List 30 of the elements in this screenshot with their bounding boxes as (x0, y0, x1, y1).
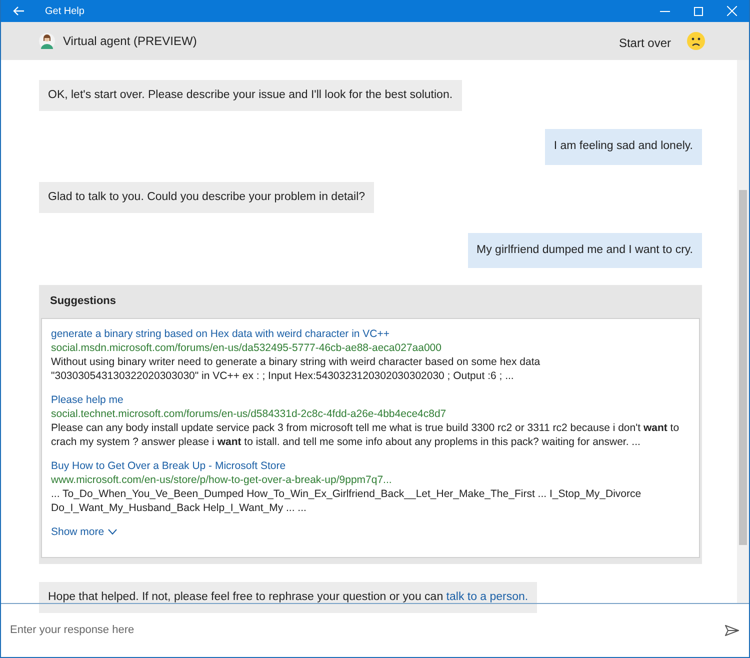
chevron-down-icon (108, 528, 118, 534)
talk-to-person-link[interactable]: talk to a person. (446, 590, 528, 602)
bot-message: Glad to talk to you. Could you describe your problem in detail? (39, 182, 374, 213)
result-title-link[interactable]: generate a binary string based on Hex data with weird character in VC++ (51, 326, 690, 340)
result-url: social.msdn.microsoft.com/forums/en-us/da532495-5777-46cb-ae88-aeca027aa000 (51, 340, 442, 354)
show-more-link[interactable]: Show more (51, 524, 118, 538)
result-title-link[interactable]: Please help me (51, 392, 690, 406)
user-message: I am feeling sad and lonely. (544, 129, 702, 164)
sad-face-icon (687, 32, 705, 50)
agent-name: Virtual agent (PREVIEW) (63, 33, 197, 50)
scrollbar[interactable] (737, 60, 749, 603)
result-snippet: ... To_Do_When_You_Ve_Been_Dumped How_To_Win_Ex_Girlfriend_Back__Let_Her_Make_The_First ... I_Stop_My_Divorce Do_I_Want_My_Husband_Back Help_I_Want_My ... ... (51, 486, 642, 514)
bot-message: OK, let's start over. Please describe your issue and I'll look for the best solution. (39, 80, 462, 112)
result-snippet: Without using binary writer need to generate a binary string with weird character based on some hex data "303030543130322020303030" in VC++ ex : ; Input Hex:5430323120302030302030 ; Output :6 ; ... (51, 354, 542, 382)
maximize-icon[interactable] (694, 6, 703, 16)
result-snippet: Please can any body install update service pack 3 from microsoft tell me what is true build 3300 rc2 or 3311 rc2 because i don't want to crach my system ? answer please i want to istall. and tell me some info about any proplems in this pack? waiting for answer. ... (51, 420, 680, 448)
user-message: My girlfriend dumped me and I want to cry. (468, 232, 702, 268)
close-icon[interactable] (727, 6, 737, 16)
result-url: social.technet.microsoft.com/forums/en-us/d584331d-2c8c-4fdd-a26e-4bb4ece4c8d7 (51, 406, 448, 420)
response-input[interactable]: Enter your response here (10, 622, 725, 639)
result-title-link[interactable]: Buy How to Get Over a Break Up - Microsoft Store (51, 458, 690, 472)
start-over-button[interactable]: Start over (618, 34, 671, 52)
suggestions-title: Suggestions (49, 294, 118, 309)
scrollbar-thumb[interactable] (739, 190, 747, 545)
send-icon[interactable] (725, 625, 739, 636)
back-icon[interactable] (13, 6, 25, 16)
result-url: www.microsoft.com/en-us/store/p/how-to-get-over-a-break-up/9ppm7q7... (51, 472, 393, 486)
avatar-icon (39, 32, 55, 50)
window-title: Get Help (45, 4, 84, 18)
bot-message: Hope that helped. If not, please feel free to rephrase your question or you can talk to a person. (39, 582, 538, 613)
